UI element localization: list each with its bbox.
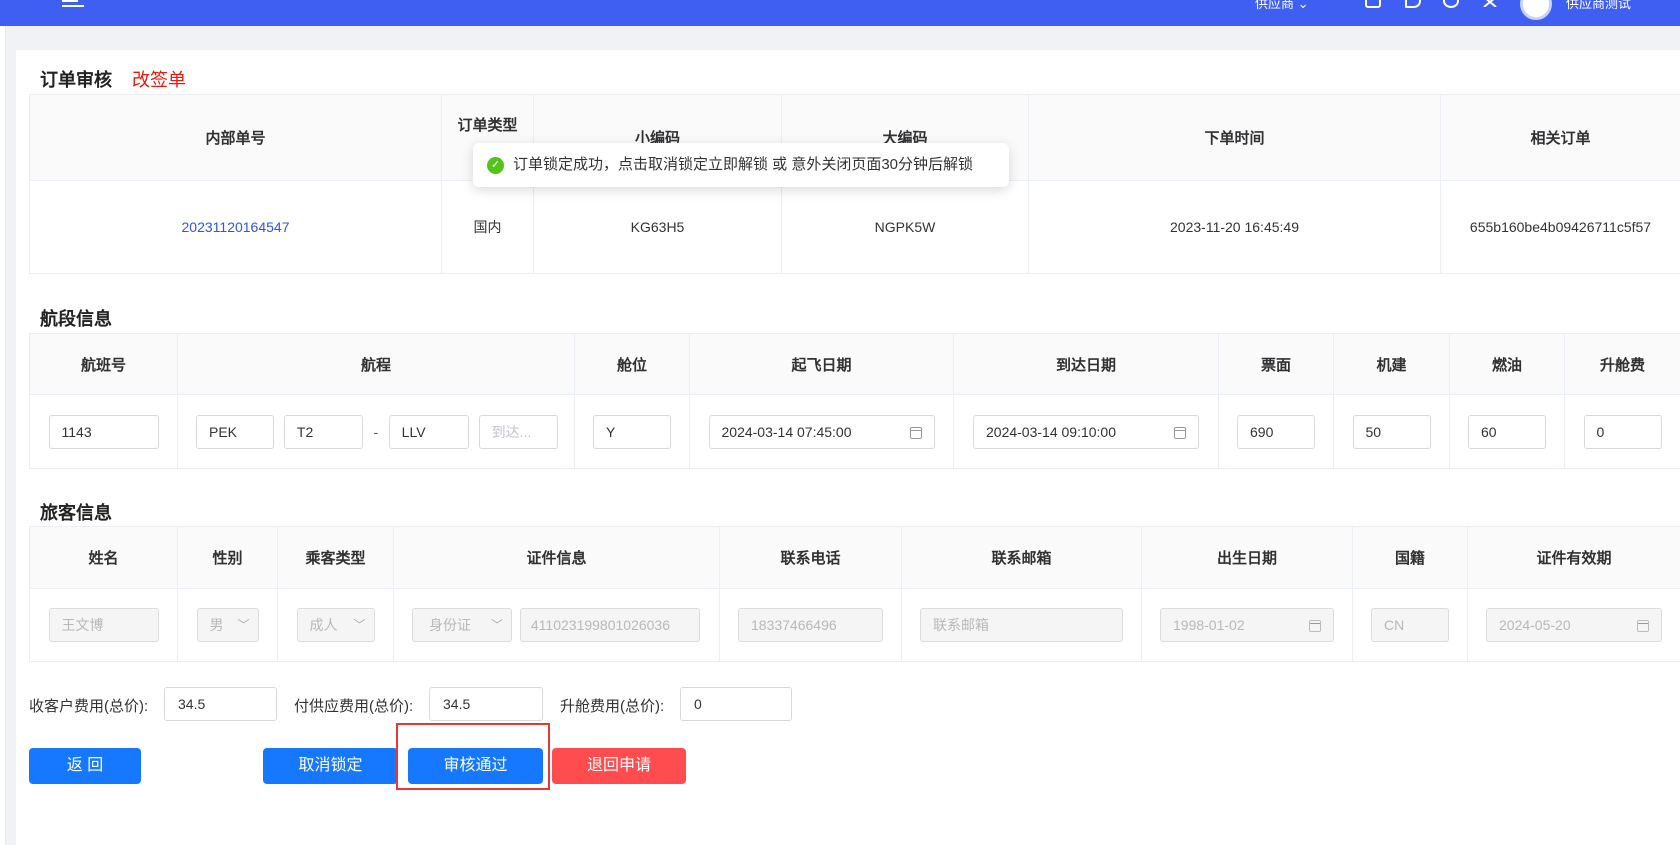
segment-header-route: 航程 — [177, 333, 575, 395]
id-expiry-value: 2024-05-20 — [1499, 617, 1571, 633]
table-row: 1143 PEK T2 - LLV 到达... Y 2024-03-14 07:… — [29, 394, 1680, 469]
back-button[interactable]: 返 回 — [29, 748, 141, 784]
segment-header-depart: 起飞日期 — [689, 333, 954, 395]
order-time-cell: 2023-11-20 16:45:49 — [1028, 180, 1441, 274]
order-type-tag: 改签单 — [132, 70, 186, 90]
customer-fee-input[interactable]: 34.5 — [164, 687, 277, 721]
depart-date-picker[interactable]: 2024-03-14 07:45:00 — [708, 414, 935, 449]
passenger-header-gender: 性别 — [177, 526, 278, 589]
order-header-internal-no: 内部单号 — [29, 94, 442, 181]
id-number-input[interactable]: 411023199801026036 — [519, 608, 700, 642]
order-type-cell: 国内 — [441, 180, 534, 274]
passenger-table: 姓名 性别 乘客类型 证件信息 联系电话 联系邮箱 出生日期 国籍 证件有效期 … — [29, 526, 1680, 662]
gender-select[interactable]: 男 ﹀ — [196, 608, 259, 642]
segment-header-fare: 票面 — [1218, 333, 1334, 395]
unlock-button[interactable]: 取消锁定 — [263, 748, 398, 784]
user-name: 供应商测试 — [1566, 0, 1632, 11]
user-menu-dropdown[interactable]: 供应商 ⌄ — [1255, 0, 1309, 14]
fuel-input[interactable]: 60 — [1468, 414, 1546, 449]
arrival-airport-input[interactable]: LLV — [388, 414, 469, 449]
upgrade-fee-total-input[interactable]: 0 — [680, 687, 792, 721]
related-order-cell: 655b160be4b09426711c5f57 — [1440, 180, 1680, 274]
segment-header-upgrade: 升舱费 — [1564, 333, 1680, 395]
birth-date-picker[interactable]: 1998-01-02 — [1160, 608, 1334, 642]
lock-success-toast: ✓ 订单锁定成功，点击取消锁定立即解锁 或 意外关闭页面30分钟后解锁 — [473, 143, 1009, 187]
order-header-related: 相关订单 — [1440, 94, 1680, 181]
notification-icon[interactable] — [1405, 0, 1421, 8]
calendar-icon — [1309, 620, 1321, 632]
departure-airport-input[interactable]: PEK — [196, 414, 274, 449]
chevron-down-icon: ﹀ — [353, 618, 366, 632]
passenger-header-type: 乘客类型 — [277, 526, 394, 589]
arrive-date-value: 2024-03-14 09:10:00 — [986, 423, 1116, 440]
passenger-name-input[interactable]: 王文博 — [48, 608, 159, 642]
table-row: 20231120164547 国内 KG63H5 NGPK5W 2023-11-… — [29, 180, 1680, 274]
arrival-terminal-input[interactable]: 到达... — [478, 414, 558, 449]
upgrade-fee-label: 升舱费用(总价): — [560, 698, 665, 715]
calendar-icon — [909, 426, 922, 439]
route-dash: - — [373, 423, 379, 440]
customer-fee-label: 收客户费用(总价): — [29, 698, 149, 715]
passenger-type-value: 成人 — [309, 617, 338, 633]
passenger-header-nationality: 国籍 — [1352, 526, 1468, 589]
segment-header-fuel: 燃油 — [1449, 333, 1565, 395]
passenger-header-birth: 出生日期 — [1141, 526, 1353, 589]
chevron-down-icon: ﹀ — [237, 618, 250, 632]
chevron-down-icon: ﹀ — [490, 618, 503, 632]
passenger-header-id-expiry: 证件有效期 — [1467, 526, 1680, 589]
cabin-input[interactable]: Y — [593, 414, 671, 449]
birth-date-value: 1998-01-02 — [1173, 617, 1245, 633]
id-expiry-picker[interactable]: 2024-05-20 — [1486, 608, 1662, 642]
segment-header-cabin: 舱位 — [574, 333, 690, 395]
order-section-title: 订单审核 — [40, 70, 112, 90]
departure-terminal-input[interactable]: T2 — [283, 414, 363, 449]
segment-header-airport-tax: 机建 — [1333, 333, 1450, 395]
sidebar-edge — [0, 26, 6, 845]
segment-section-title: 航段信息 — [40, 309, 112, 329]
segment-header-arrive: 到达日期 — [953, 333, 1219, 395]
calendar-icon — [1637, 620, 1649, 632]
fare-input[interactable]: 690 — [1237, 414, 1315, 449]
top-navigation-bar: 供应商 ⌄ 供应商测试 — [0, 0, 1680, 26]
segment-table: 航班号 航程 舱位 起飞日期 到达日期 票面 机建 燃油 升舱费 1143 PE… — [29, 333, 1680, 469]
fullscreen-icon[interactable] — [1482, 0, 1498, 8]
passenger-header-id-info: 证件信息 — [393, 526, 720, 589]
user-avatar[interactable] — [1520, 0, 1552, 20]
arrive-date-picker[interactable]: 2024-03-14 09:10:00 — [973, 414, 1199, 449]
passenger-header-email: 联系邮箱 — [901, 526, 1142, 589]
internal-order-link[interactable]: 20231120164547 — [182, 219, 290, 235]
depart-date-value: 2024-03-14 07:45:00 — [721, 423, 852, 440]
reject-button[interactable]: 退回申请 — [552, 748, 686, 784]
approve-highlight-box — [396, 723, 550, 790]
nationality-input[interactable]: CN — [1371, 608, 1449, 642]
success-check-icon: ✓ — [487, 157, 504, 174]
supplier-fee-input[interactable]: 34.5 — [429, 687, 543, 721]
email-input[interactable]: 联系邮箱 — [920, 608, 1123, 642]
calendar-icon — [1174, 426, 1186, 439]
menu-toggle-icon[interactable] — [62, 0, 86, 8]
segment-header-flight-no: 航班号 — [29, 333, 178, 395]
passenger-header-phone: 联系电话 — [719, 526, 902, 589]
flight-no-input[interactable]: 1143 — [48, 414, 159, 449]
monitor-icon[interactable] — [1365, 0, 1381, 8]
passenger-header-name: 姓名 — [29, 526, 178, 589]
order-header-time: 下单时间 — [1028, 94, 1441, 181]
passenger-type-select[interactable]: 成人 ﹀ — [296, 608, 375, 642]
gender-value: 男 — [209, 617, 224, 633]
table-row: 王文博 男 ﹀ 成人 ﹀ 身份证 ﹀ 411023199801026036 18337… — [29, 588, 1680, 662]
toast-message: 订单锁定成功，点击取消锁定立即解锁 或 意外关闭页面30分钟后解锁 — [513, 156, 974, 173]
phone-input[interactable]: 18337466496 — [738, 608, 883, 642]
passenger-section-title: 旅客信息 — [40, 503, 112, 523]
big-code-cell: NGPK5W — [781, 180, 1029, 274]
id-type-value: 身份证 — [429, 617, 471, 633]
upgrade-fee-input[interactable]: 0 — [1583, 414, 1662, 449]
user-menu-label: 供应商 — [1255, 0, 1295, 11]
supplier-fee-label: 付供应费用(总价): — [294, 698, 414, 715]
id-type-select[interactable]: 身份证 ﹀ — [412, 608, 512, 642]
settings-icon[interactable] — [1443, 0, 1459, 8]
airport-tax-input[interactable]: 50 — [1352, 414, 1431, 449]
small-code-cell: KG63H5 — [533, 180, 782, 274]
